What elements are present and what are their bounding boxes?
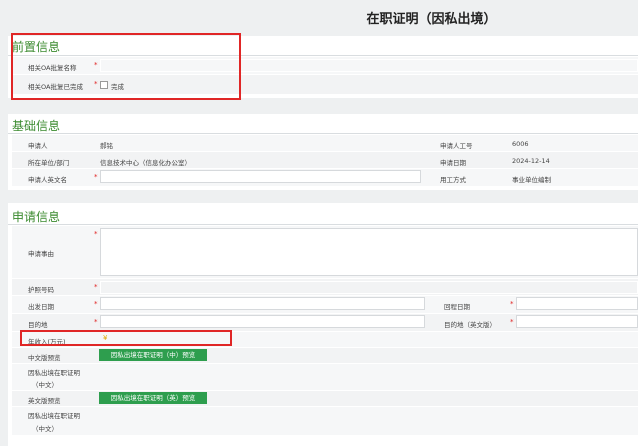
emp-no-label: 申请人工号 bbox=[440, 142, 473, 150]
passport-input[interactable] bbox=[100, 281, 638, 294]
required-mark: * bbox=[510, 300, 514, 308]
required-mark: * bbox=[94, 300, 98, 308]
required-mark: * bbox=[94, 283, 98, 291]
emp-no-value: 6006 bbox=[512, 140, 529, 148]
depart-date-input[interactable] bbox=[100, 297, 425, 310]
highlight-box-income bbox=[20, 330, 232, 346]
en-doc-row bbox=[12, 407, 638, 436]
en-doc-label-1: 因私出境在职证明 bbox=[28, 412, 80, 420]
required-mark: * bbox=[510, 318, 514, 326]
return-date-input[interactable] bbox=[516, 297, 638, 310]
apply-section-title: 申请信息 bbox=[12, 210, 61, 224]
required-mark: * bbox=[94, 318, 98, 326]
required-mark: * bbox=[94, 173, 98, 181]
en-doc-label-2: （中文） bbox=[32, 425, 58, 433]
divider bbox=[8, 224, 638, 225]
dest-input[interactable] bbox=[100, 315, 425, 328]
emp-type-label: 用工方式 bbox=[440, 176, 466, 184]
divider bbox=[8, 133, 638, 134]
date-value: 2024-12-14 bbox=[512, 157, 550, 165]
applicant-label: 申请人 bbox=[28, 142, 48, 150]
en-name-label: 申请人英文名 bbox=[28, 176, 67, 184]
cn-doc-label-2: （中文） bbox=[32, 381, 58, 389]
en-preview-button[interactable]: 因私出境在职证明（英）预览 bbox=[99, 392, 207, 404]
date-label: 申请日期 bbox=[440, 159, 466, 167]
dest-en-input[interactable] bbox=[516, 315, 638, 328]
applicant-value: 郝铭 bbox=[100, 142, 113, 150]
dest-label: 目的地 bbox=[28, 321, 48, 329]
required-mark: * bbox=[94, 230, 98, 238]
cn-doc-label-1: 因私出境在职证明 bbox=[28, 369, 80, 377]
basic-section-title: 基础信息 bbox=[12, 119, 61, 133]
dept-value: 信息技术中心（信息化办公室） bbox=[100, 159, 191, 167]
highlight-box-pre bbox=[11, 33, 241, 100]
reason-label: 申请事由 bbox=[28, 250, 54, 258]
en-preview-label: 英文版预览 bbox=[28, 397, 61, 405]
emp-type-value: 事业单位编制 bbox=[512, 176, 551, 184]
dest-en-label: 目的地（英文版） bbox=[444, 321, 496, 329]
cn-doc-row bbox=[12, 364, 638, 391]
passport-label: 护照号码 bbox=[28, 286, 54, 294]
page-title: 在职证明（因私出境） bbox=[366, 12, 497, 27]
return-label: 回程日期 bbox=[444, 303, 470, 311]
cn-preview-button[interactable]: 因私出境在职证明（中）预览 bbox=[99, 349, 207, 361]
depart-label: 出发日期 bbox=[28, 303, 54, 311]
en-name-input[interactable] bbox=[100, 170, 421, 183]
reason-textarea[interactable] bbox=[100, 228, 638, 276]
cn-preview-label: 中文版预览 bbox=[28, 354, 61, 362]
dept-label: 所在单位/部门 bbox=[28, 159, 70, 167]
